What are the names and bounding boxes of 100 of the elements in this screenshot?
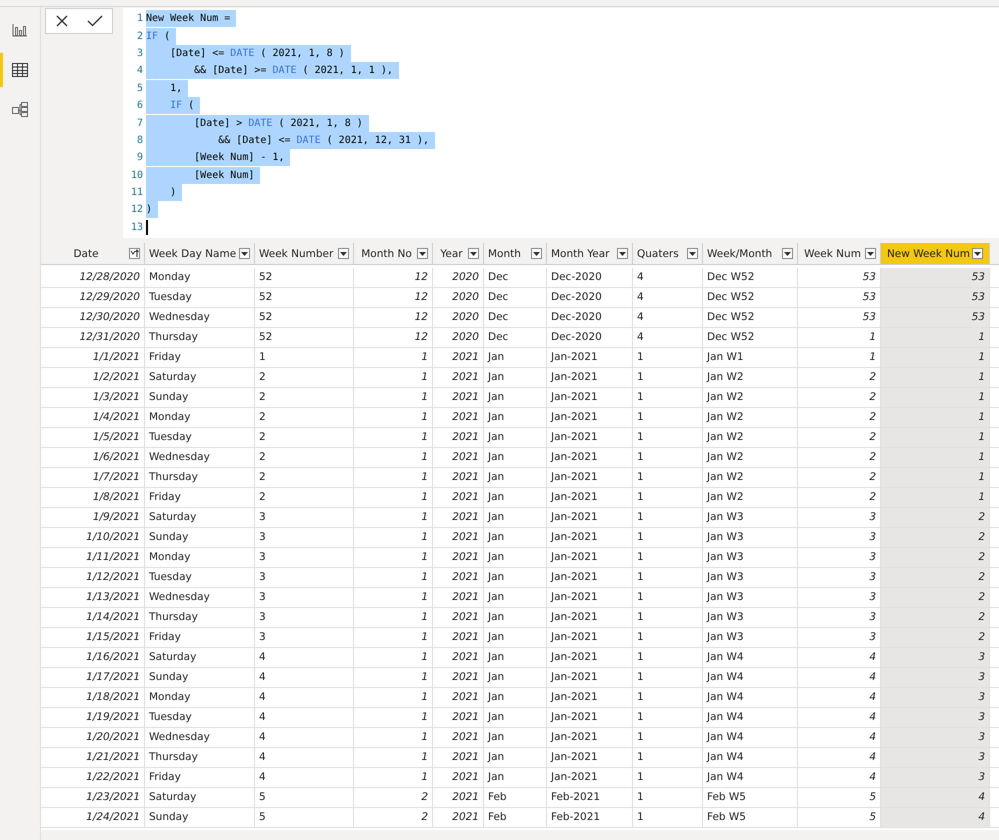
- table-cell: Jan: [484, 648, 547, 667]
- line-number: 7: [136, 118, 144, 129]
- table-cell: Jan: [484, 728, 547, 747]
- dropdown-icon[interactable]: [468, 248, 479, 259]
- dropdown-icon[interactable]: [865, 248, 876, 259]
- table-cell: Jan-2021: [547, 728, 633, 747]
- table-cell: 1: [881, 368, 990, 387]
- table-cell: 3: [881, 708, 990, 727]
- table-cell: 2: [881, 608, 990, 627]
- table-cell: 2: [881, 508, 990, 527]
- sort-icon[interactable]: [129, 248, 140, 259]
- table-cell: Jan: [484, 408, 547, 427]
- table-cell: 2: [881, 548, 990, 567]
- line-number: 12: [130, 204, 144, 216]
- table-cell: Jan: [484, 348, 547, 367]
- table-cell: Jan: [484, 608, 547, 627]
- table-cell: 3: [881, 768, 990, 787]
- table-cell: Jan-2021: [547, 648, 633, 667]
- table-cell: Jan: [484, 548, 547, 567]
- column-header[interactable]: Year: [433, 243, 484, 264]
- table-cell: Jan W3: [703, 628, 798, 647]
- table-cell: Jan: [484, 488, 547, 507]
- table-cell: Jan: [484, 768, 547, 787]
- column-header[interactable]: Week Number: [255, 243, 354, 264]
- table-cell: Jan W3: [703, 508, 798, 527]
- table-cell: 2: [881, 588, 990, 607]
- table-cell: Jan: [484, 428, 547, 447]
- line-number: 6: [136, 100, 144, 112]
- table-cell: Jan: [484, 708, 547, 727]
- table-cell: Jan W3: [703, 568, 798, 587]
- table-cell: Jan W3: [703, 588, 798, 607]
- dropdown-icon[interactable]: [972, 248, 984, 259]
- dropdown-icon[interactable]: [687, 248, 698, 259]
- commit-button[interactable]: [86, 15, 102, 27]
- table-cell: Jan: [484, 748, 547, 767]
- line-number: 13: [130, 222, 144, 233]
- table-cell: 53: [881, 268, 990, 287]
- column-header[interactable]: Quaters: [633, 243, 703, 264]
- line-number: 11: [130, 187, 144, 198]
- dropdown-icon[interactable]: [417, 248, 428, 259]
- dropdown-icon[interactable]: [531, 248, 542, 259]
- table-cell: 1: [881, 348, 990, 367]
- table-cell: 53: [881, 288, 990, 307]
- check-icon: [86, 15, 102, 27]
- table-cell: Jan-2021: [547, 588, 633, 607]
- table-cell: 3: [881, 748, 990, 767]
- table-cell: 3: [881, 728, 990, 747]
- table-cell: Jan-2021: [547, 548, 633, 567]
- table-cell: Jan W2: [703, 428, 798, 447]
- table-cell: Jan W1: [703, 348, 798, 367]
- table-cell: 1: [881, 328, 990, 347]
- line-number: 8: [136, 134, 144, 146]
- dropdown-icon[interactable]: [782, 248, 793, 259]
- column-header[interactable]: Week/Month: [703, 243, 798, 264]
- table-cell: Jan: [484, 688, 547, 707]
- column-header[interactable]: Date: [41, 243, 145, 264]
- dropdown-icon[interactable]: [338, 248, 349, 259]
- table-cell: Jan-2021: [547, 388, 633, 407]
- table-cell: Jan W2: [703, 488, 798, 507]
- column-header[interactable]: New Week Num: [881, 243, 990, 264]
- column-header[interactable]: Week Day Name: [145, 243, 255, 264]
- table-cell: 1: [881, 428, 990, 447]
- table-cell: Jan: [484, 668, 547, 687]
- table-cell: Jan W4: [703, 648, 798, 667]
- table-cell: 4: [881, 788, 990, 807]
- table-cell: Jan W2: [703, 388, 798, 407]
- table-cell: 3: [881, 668, 990, 687]
- table-cell: 2: [881, 628, 990, 647]
- column-header[interactable]: Month No: [354, 243, 433, 264]
- table-cell: Jan-2021: [547, 448, 633, 467]
- table-cell: 1: [881, 388, 990, 407]
- dropdown-icon[interactable]: [239, 248, 250, 259]
- table-cell: Jan W3: [703, 608, 798, 627]
- line-number: 5: [136, 82, 144, 94]
- table-cell: 1: [881, 468, 990, 487]
- table-cell: Jan W4: [703, 708, 798, 727]
- table-cell: Jan-2021: [547, 408, 633, 427]
- table-cell: 3: [881, 648, 990, 667]
- table-cell: Jan W3: [703, 548, 798, 567]
- table-cell: Jan-2021: [547, 468, 633, 487]
- table-cell: Jan-2021: [547, 508, 633, 527]
- table-cell: Jan W2: [703, 468, 798, 487]
- dropdown-icon[interactable]: [617, 248, 628, 259]
- table-cell: 2: [881, 568, 990, 587]
- table-cell: Jan: [484, 528, 547, 547]
- table-cell: Jan-2021: [547, 608, 633, 627]
- cancel-button[interactable]: [56, 15, 68, 27]
- table-cell: Jan-2021: [547, 768, 633, 787]
- table-cell: Jan-2021: [547, 688, 633, 707]
- table-cell: Jan: [484, 508, 547, 527]
- table-cell: Jan-2021: [547, 708, 633, 727]
- table-cell: Jan-2021: [547, 668, 633, 687]
- table-cell: Jan W4: [703, 688, 798, 707]
- column-header[interactable]: Month Year: [547, 243, 633, 264]
- line-number: 9: [136, 152, 144, 164]
- table-cell: Jan W2: [703, 448, 798, 467]
- table-cell: Jan W3: [703, 528, 798, 547]
- table-cell: Jan: [484, 628, 547, 647]
- table-cell: Jan: [484, 568, 547, 587]
- column-header[interactable]: Month: [484, 243, 547, 264]
